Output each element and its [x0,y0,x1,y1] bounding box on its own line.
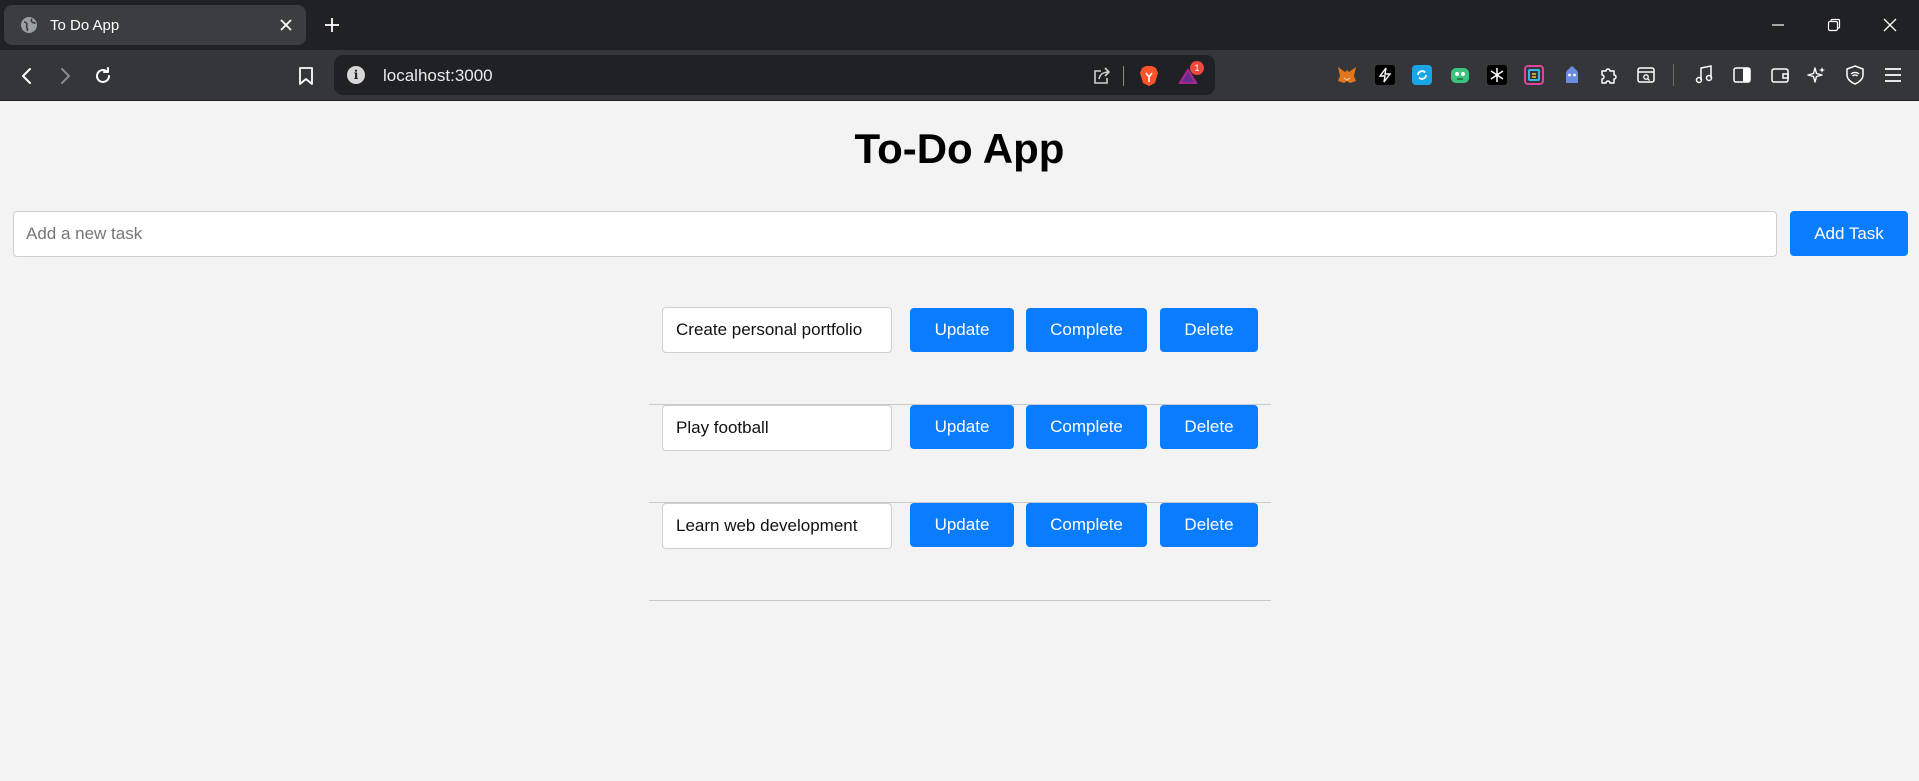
new-task-input[interactable] [13,211,1777,257]
extension-blue-sync-icon[interactable] [1410,63,1434,87]
toolbar-divider [1673,64,1674,86]
complete-button[interactable]: Complete [1026,308,1147,352]
task-row: Update Complete Delete [649,307,1271,405]
menu-hamburger-icon[interactable] [1881,63,1905,87]
update-button[interactable]: Update [910,405,1014,449]
brave-rewards-icon[interactable]: 1 [1176,61,1204,88]
new-tab-icon[interactable] [320,13,344,37]
task-row: Update Complete Delete [649,503,1271,601]
address-bar-divider [1123,66,1124,86]
address-bar[interactable]: i localhost:3000 1 [334,55,1215,95]
extension-green-robot-icon[interactable] [1448,63,1472,87]
sidebar-toggle-icon[interactable] [1730,63,1754,87]
reload-icon[interactable] [89,62,117,90]
back-icon[interactable] [13,62,41,90]
task-text-field[interactable] [662,405,892,451]
task-text-field[interactable] [662,307,892,353]
delete-button[interactable]: Delete [1160,405,1258,449]
browser-tab-bar: To Do App [0,0,1919,50]
task-row: Update Complete Delete [649,405,1271,503]
share-icon[interactable] [1090,64,1114,88]
complete-button[interactable]: Complete [1026,405,1147,449]
metamask-fox-icon[interactable] [1335,63,1359,87]
close-tab-icon[interactable] [276,15,296,35]
restore-icon[interactable] [1820,12,1848,38]
add-task-button[interactable]: Add Task [1790,211,1908,256]
extension-gradient-square-icon[interactable] [1522,63,1546,87]
delete-button[interactable]: Delete [1160,308,1258,352]
update-button[interactable]: Update [910,308,1014,352]
browser-tab[interactable]: To Do App [4,5,306,45]
bookmark-icon[interactable] [292,62,320,90]
delete-button[interactable]: Delete [1160,503,1258,547]
leo-ai-sparkle-icon[interactable] [1805,63,1829,87]
notification-badge: 1 [1190,61,1204,75]
wallet-icon[interactable] [1768,63,1792,87]
task-list: Update Complete Delete Update Complete D… [649,307,1271,601]
extensions-puzzle-icon[interactable] [1597,63,1621,87]
forward-icon[interactable] [51,62,79,90]
site-info-icon[interactable]: i [347,66,365,84]
tab-title: To Do App [50,16,120,34]
update-button[interactable]: Update [910,503,1014,547]
page-title: To-Do App [854,125,1065,172]
url-text: localhost:3000 [383,66,493,85]
extension-mascot-icon[interactable] [1560,63,1584,87]
media-music-icon[interactable] [1692,63,1716,87]
complete-button[interactable]: Complete [1026,503,1147,547]
brave-shields-icon[interactable] [1137,64,1161,88]
task-text-field[interactable] [662,503,892,549]
browser-toolbar: i localhost:3000 1 [0,50,1919,101]
extension-snowflake-icon[interactable] [1485,63,1509,87]
close-window-icon[interactable] [1876,12,1904,38]
reading-list-icon[interactable] [1634,63,1658,87]
extension-bolt-icon[interactable] [1373,63,1397,87]
globe-icon [20,16,38,34]
vpn-shield-icon[interactable] [1843,63,1867,87]
minimize-icon[interactable] [1764,12,1792,38]
